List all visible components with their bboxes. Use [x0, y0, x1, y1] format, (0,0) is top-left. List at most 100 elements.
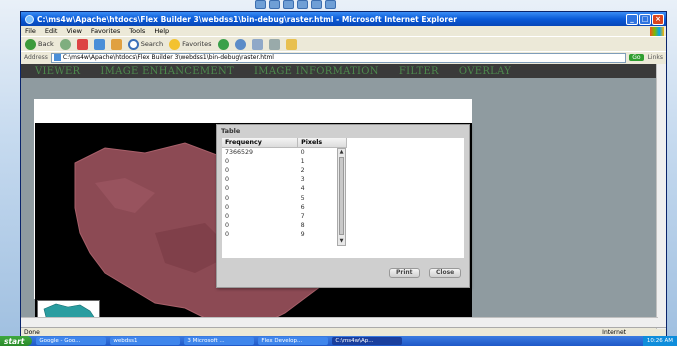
quick-launch-icon[interactable] [297, 0, 308, 9]
table-row[interactable]: 08 [222, 221, 347, 230]
cell-frequency: 0 [225, 166, 230, 174]
scroll-up-arrow-icon[interactable]: ▲ [338, 149, 345, 156]
quick-launch-bar[interactable] [255, 0, 365, 10]
history-button[interactable] [234, 38, 246, 50]
window-title: C:\ms4w\Apache\htdocs\Flex Builder 3\web… [37, 14, 457, 24]
security-zone: Internet [602, 329, 626, 336]
tray-clock[interactable]: 10:26 AM [647, 338, 673, 344]
table-row[interactable]: 7366529 0 [222, 148, 347, 157]
app-nav-bar: VIEWER IMAGE ENHANCEMENT IMAGE INFORMATI… [21, 64, 658, 78]
back-button[interactable]: Back [25, 38, 54, 50]
ie-icon [25, 14, 34, 24]
table-row[interactable]: 05 [222, 193, 347, 202]
menu-bar: File Edit View Favorites Tools Help [21, 26, 666, 36]
media-icon [217, 38, 229, 50]
menu-view[interactable]: View [66, 27, 81, 35]
nav-filter[interactable]: FILTER [399, 66, 439, 77]
menu-file[interactable]: File [25, 27, 36, 35]
search-button[interactable]: Search [127, 38, 164, 50]
media-button[interactable] [217, 38, 229, 50]
close-dialog-button[interactable]: Close [429, 268, 462, 278]
star-icon [169, 38, 181, 50]
back-arrow-icon [25, 38, 36, 50]
taskbar-item[interactable]: Flex Develop... [258, 337, 329, 345]
scrollbar-thumb[interactable] [339, 157, 344, 235]
home-button[interactable] [110, 38, 122, 50]
table-dialog: Table Frequency Pixels 7366529 0 01 02 03 [216, 124, 470, 288]
mail-icon [251, 38, 263, 50]
stop-button[interactable] [76, 38, 88, 50]
maximize-button[interactable]: □ [639, 13, 651, 25]
taskbar-item[interactable]: webdss1 [110, 337, 181, 345]
quick-launch-icon[interactable] [311, 0, 322, 9]
table-scrollbar[interactable]: ▲ ▼ [337, 148, 346, 246]
history-icon [234, 38, 246, 50]
taskbar: start Google - Goo... webdss1 3 Microsof… [0, 336, 677, 346]
title-bar[interactable]: C:\ms4w\Apache\htdocs\Flex Builder 3\web… [21, 12, 666, 26]
quick-launch-icon[interactable] [283, 0, 294, 9]
windows-logo-icon [650, 26, 664, 36]
cell-frequency: 0 [225, 157, 230, 165]
table-row[interactable]: 03 [222, 175, 347, 184]
refresh-button[interactable] [93, 38, 105, 50]
address-input[interactable]: C:\ms4w\Apache\htdocs\Flex Builder 3\web… [50, 52, 627, 63]
dialog-title: Table [221, 127, 241, 135]
nav-viewer[interactable]: VIEWER [35, 66, 80, 77]
cell-frequency: 0 [225, 185, 230, 193]
toolbar: Back Search Favorites [21, 36, 666, 51]
quick-launch-icon[interactable] [325, 0, 336, 9]
quick-launch-icon[interactable] [255, 0, 266, 9]
table-row[interactable]: 07 [222, 212, 347, 221]
cell-frequency: 0 [225, 176, 230, 184]
table-row[interactable]: 06 [222, 203, 347, 212]
go-button[interactable]: Go [629, 54, 644, 61]
taskbar-item[interactable]: Google - Goo... [36, 337, 107, 345]
status-text: Done [24, 329, 40, 336]
menu-tools[interactable]: Tools [129, 27, 145, 35]
ie-window: C:\ms4w\Apache\htdocs\Flex Builder 3\web… [20, 11, 667, 338]
close-button[interactable]: × [652, 13, 664, 25]
quick-launch-icon[interactable] [269, 0, 280, 9]
menu-help[interactable]: Help [154, 27, 169, 35]
forward-button[interactable] [59, 38, 71, 50]
page-vertical-scrollbar[interactable] [656, 64, 666, 329]
favorites-button[interactable]: Favorites [169, 38, 212, 50]
mail-button[interactable] [251, 38, 263, 50]
nav-image-information[interactable]: IMAGE INFORMATION [254, 66, 379, 77]
cell-frequency: 0 [225, 231, 230, 239]
cell-frequency: 0 [225, 203, 230, 211]
column-header-pixels[interactable]: Pixels [297, 138, 347, 148]
minimize-button[interactable]: _ [626, 13, 638, 25]
table-row[interactable]: 04 [222, 184, 347, 193]
start-button[interactable]: start [0, 336, 33, 346]
table-row[interactable]: 09 [222, 230, 347, 239]
stop-icon [76, 38, 88, 50]
system-tray: 10:26 AM [642, 336, 677, 346]
address-bar: Address C:\ms4w\Apache\htdocs\Flex Build… [21, 51, 666, 63]
nav-image-enhancement[interactable]: IMAGE ENHANCEMENT [100, 66, 234, 77]
taskbar-item-active[interactable]: C:\ms4w\Ap... [332, 337, 403, 345]
favorites-label: Favorites [182, 40, 212, 48]
cell-frequency: 0 [225, 194, 230, 202]
forward-arrow-icon [59, 38, 71, 50]
menu-edit[interactable]: Edit [45, 27, 58, 35]
frequency-table: Frequency Pixels 7366529 0 01 02 03 04 05… [222, 138, 464, 258]
taskbar-item[interactable]: 3 Microsoft ... [184, 337, 255, 345]
menu-favorites[interactable]: Favorites [91, 27, 120, 35]
search-icon [127, 38, 139, 50]
links-button[interactable]: Links [648, 54, 663, 61]
column-header-frequency[interactable]: Frequency [222, 138, 299, 148]
print-toolbar-button[interactable] [268, 38, 280, 50]
cell-frequency: 0 [225, 222, 230, 230]
print-button[interactable]: Print [389, 268, 420, 278]
nav-overlay[interactable]: OVERLAY [459, 66, 511, 77]
table-row[interactable]: 02 [222, 166, 347, 175]
home-icon [110, 38, 122, 50]
cell-frequency: 7366529 [225, 148, 254, 156]
table-row[interactable]: 01 [222, 157, 347, 166]
back-label: Back [38, 40, 54, 48]
folder-button[interactable] [285, 38, 297, 50]
search-label: Search [140, 40, 164, 48]
page-horizontal-scrollbar[interactable] [21, 317, 658, 327]
scroll-down-arrow-icon[interactable]: ▼ [338, 238, 345, 245]
